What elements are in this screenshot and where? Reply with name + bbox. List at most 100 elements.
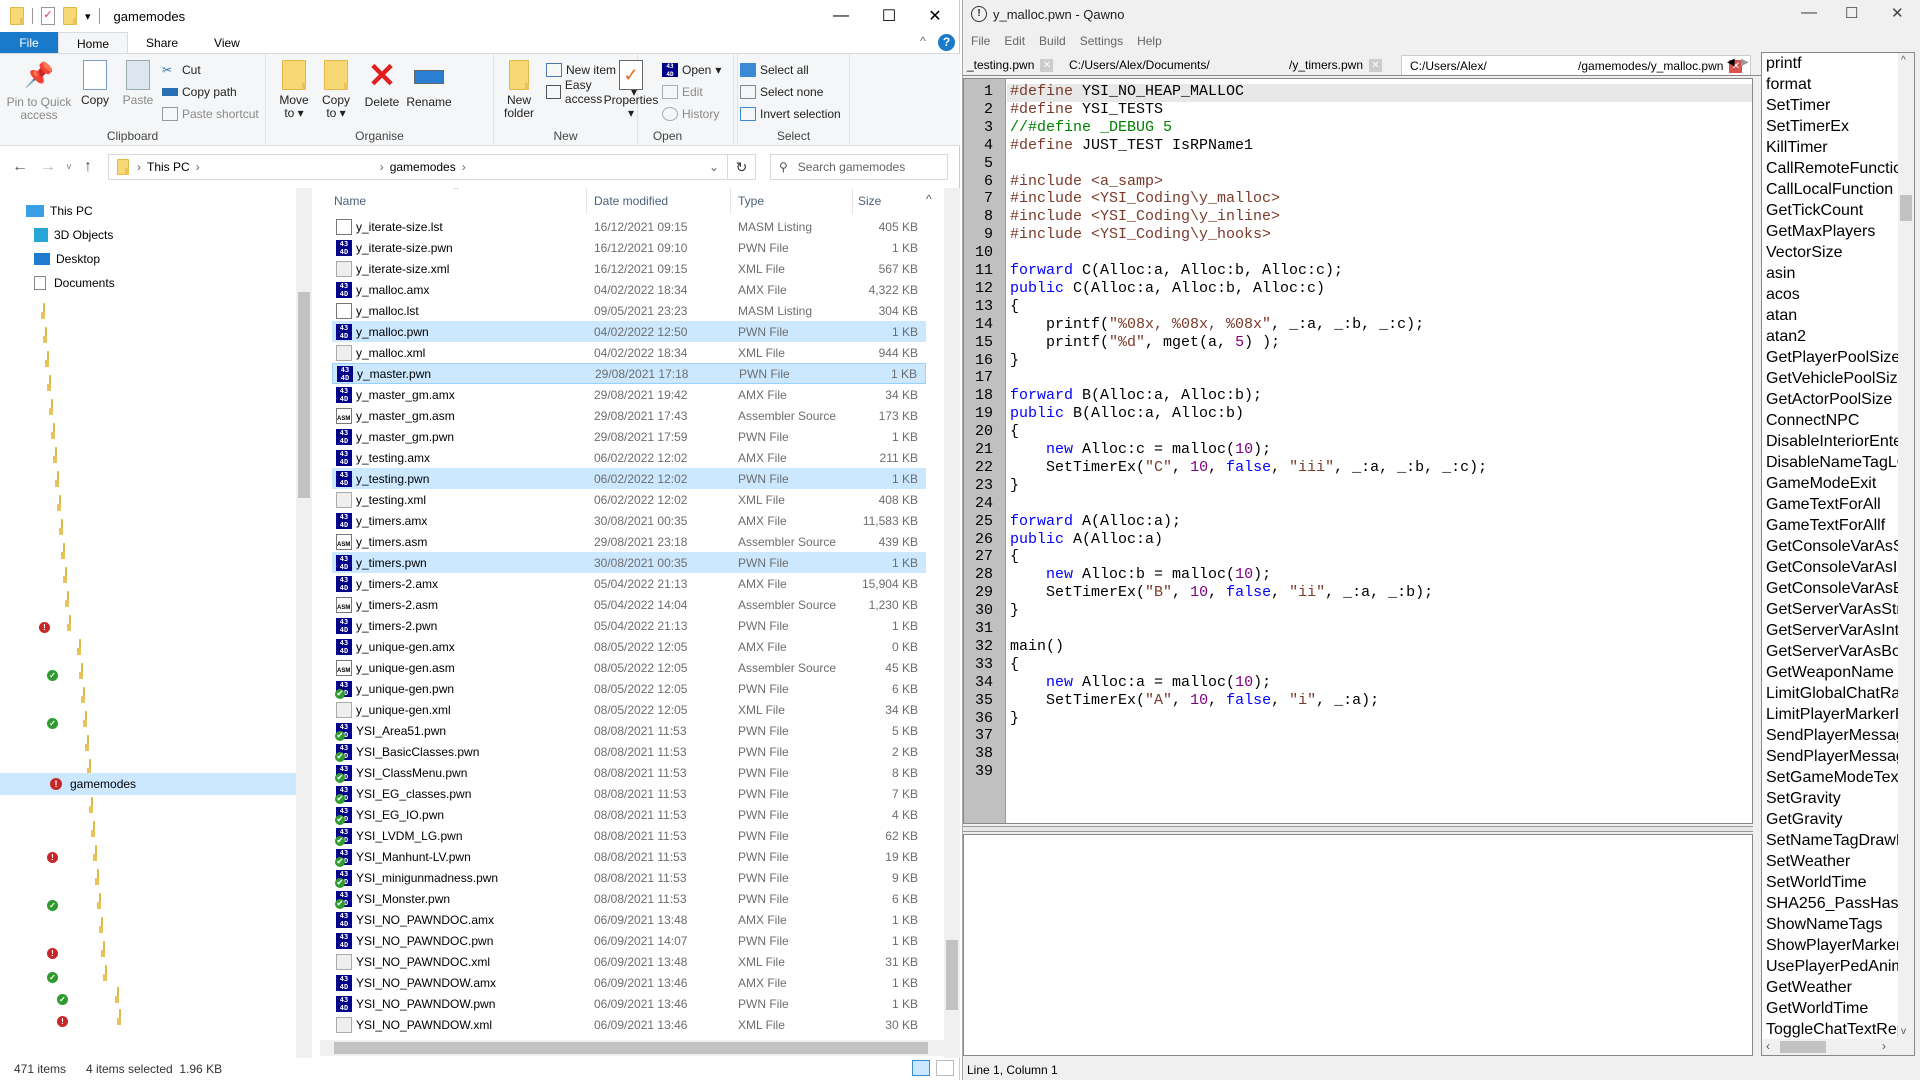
scroll-right-icon[interactable]: › xyxy=(1882,1039,1886,1053)
breadcrumb-gamemodes[interactable]: gamemodes xyxy=(390,160,456,174)
code-line[interactable]: public B(Alloc:a, Alloc:b) xyxy=(1010,405,1244,422)
folder-icon[interactable] xyxy=(83,687,85,703)
code-line[interactable]: forward C(Alloc:a, Alloc:b, Alloc:c); xyxy=(1010,262,1343,279)
file-row[interactable]: 434D y_unique-gen.pwn 08/05/2022 12:05 PWN … xyxy=(332,678,926,699)
nav-gamemodes[interactable]: ! gamemodes xyxy=(0,773,296,795)
function-item[interactable]: SetNameTagDrawDistance xyxy=(1766,832,1914,850)
up-arrow-icon[interactable]: ↑ xyxy=(84,158,92,176)
open-button[interactable]: 43 4D Open ▾ xyxy=(662,60,721,80)
file-row[interactable]: 434D YSI_Area51.pwn 08/08/2021 11:53 PWN Fi… xyxy=(332,720,926,741)
function-item[interactable]: format xyxy=(1766,76,1811,94)
function-item[interactable]: SetWorldTime xyxy=(1766,874,1866,892)
file-row[interactable]: 43 4D y_timers-2.amx 05/04/2022 21:13 AMX Fi… xyxy=(332,573,926,594)
file-row[interactable]: 43 4D YSI_NO_PAWNDOC.pwn 06/09/2021 14:07 PW… xyxy=(332,930,926,951)
help-icon[interactable]: ? xyxy=(938,34,955,51)
tab-testing[interactable]: _testing.pwn ✕ xyxy=(967,55,1054,75)
folder-icon[interactable] xyxy=(43,303,45,319)
code-line[interactable]: } xyxy=(1010,710,1019,727)
file-row[interactable]: 43 4D y_iterate-size.pwn 16/12/2021 09:10 PW… xyxy=(332,237,926,258)
code-line[interactable]: { xyxy=(1010,548,1019,565)
folder-icon[interactable] xyxy=(91,797,93,813)
recent-locations-icon[interactable]: ˅ xyxy=(66,162,72,173)
file-row[interactable]: 434D YSI_Manhunt-LV.pwn 08/08/2021 11:53 PW… xyxy=(332,846,926,867)
function-item[interactable]: CallRemoteFunction xyxy=(1766,160,1911,178)
function-item[interactable]: LimitPlayerMarkerRadius xyxy=(1766,706,1914,724)
file-row[interactable]: 43 4D y_timers.amx 30/08/2021 00:35 AMX File… xyxy=(332,510,926,531)
code-line[interactable]: } xyxy=(1010,602,1019,619)
customize-qat-icon[interactable]: ▾ xyxy=(85,10,91,23)
file-row[interactable]: 434D YSI_LVDM_LG.pwn 08/08/2021 11:53 PWN F… xyxy=(332,825,926,846)
file-row[interactable]: ASM y_master_gm.asm 29/08/2021 17:43 Assemb… xyxy=(332,405,926,426)
pin-to-quick-access-button[interactable]: 📌 Pin to Quick access xyxy=(4,60,74,122)
search-input[interactable]: ⚲ Search gamemodes xyxy=(770,154,948,180)
tab-y-timers[interactable]: /y_timers.pwn ✕ xyxy=(1289,55,1383,75)
file-row[interactable]: ASM y_timers-2.asm 05/04/2022 14:04 Assembl… xyxy=(332,594,926,615)
tab-documents-path[interactable]: C:/Users/Alex/Documents/ xyxy=(1069,55,1210,75)
edit-button[interactable]: Edit xyxy=(662,82,703,102)
file-row[interactable]: 43 4D y_malloc.amx 04/02/2022 18:34 AMX File… xyxy=(332,279,926,300)
file-row[interactable]: YSI_NO_PAWNDOW.xml 06/09/2021 13:46 XML Fi… xyxy=(332,1014,926,1035)
file-row[interactable]: 43 4D y_timers-2.pwn 05/04/2022 21:13 PWN Fi… xyxy=(332,615,926,636)
function-item[interactable]: GetWeather xyxy=(1766,979,1852,997)
tab-share[interactable]: Share xyxy=(128,32,196,53)
function-item[interactable]: SendPlayerMessageToAll xyxy=(1766,727,1914,745)
function-item[interactable]: acos xyxy=(1766,286,1800,304)
file-row[interactable]: 434D YSI_minigunmadness.pwn 08/08/2021 11:… xyxy=(332,867,926,888)
code-line[interactable]: { xyxy=(1010,298,1019,315)
function-item[interactable]: GetConsoleVarAsBool xyxy=(1766,580,1914,598)
copy-path-button[interactable]: Copy path xyxy=(162,82,237,102)
move-to-button[interactable]: Move to ▾ xyxy=(274,60,314,120)
select-none-button[interactable]: Select none xyxy=(740,82,823,102)
close-button[interactable]: ✕ xyxy=(1891,4,1904,22)
folder-icon[interactable] xyxy=(63,543,65,559)
folder-icon[interactable] xyxy=(53,423,55,439)
function-item[interactable]: DisableInteriorEnterExits xyxy=(1766,433,1914,451)
function-item[interactable]: DisableNameTagLOS xyxy=(1766,454,1914,472)
function-list-hscrollbar-thumb[interactable] xyxy=(1780,1041,1826,1053)
function-item[interactable]: GetConsoleVarAsInt xyxy=(1766,559,1911,577)
function-item[interactable]: ToggleChatTextReplacement xyxy=(1766,1021,1914,1039)
function-item[interactable]: GetServerVarAsInt xyxy=(1766,622,1899,640)
folder-icon[interactable] xyxy=(51,399,53,415)
code-line[interactable]: { xyxy=(1010,656,1019,673)
function-item[interactable]: UsePlayerPedAnims xyxy=(1766,958,1913,976)
folder-icon[interactable] xyxy=(105,965,107,981)
function-item[interactable]: ConnectNPC xyxy=(1766,412,1859,430)
minimize-button[interactable]: — xyxy=(818,0,864,32)
folder-icon[interactable] xyxy=(85,711,87,727)
nav-3d-objects[interactable]: 3D Objects xyxy=(34,224,113,246)
code-line[interactable]: SetTimerEx("A", 10, false, "i", _:a); xyxy=(1010,692,1379,709)
menu-edit[interactable]: Edit xyxy=(1004,34,1025,48)
file-row[interactable]: 43 4D YSI_NO_PAWNDOC.amx 06/09/2021 13:48 AM… xyxy=(332,909,926,930)
properties-button[interactable]: ✓ Properties ▾ xyxy=(602,60,660,120)
tab-y-malloc-active[interactable]: C:/Users/Alex/ /gamemodes/y_malloc.pwn ✕ xyxy=(1401,55,1752,75)
copy-to-button[interactable]: Copy to ▾ xyxy=(316,60,356,120)
function-item[interactable]: SHA256_PassHash xyxy=(1766,895,1907,913)
collapse-ribbon-icon[interactable]: ^ xyxy=(920,34,926,48)
tab-scroll-right-icon[interactable]: ▶ xyxy=(1741,57,1749,68)
menu-file[interactable]: File xyxy=(971,34,990,48)
select-all-button[interactable]: Select all xyxy=(740,60,809,80)
file-row[interactable]: 43 4D y_master_gm.amx 29/08/2021 19:42 AMX F… xyxy=(332,384,926,405)
function-item[interactable]: asin xyxy=(1766,265,1795,283)
file-row[interactable]: YSI_NO_PAWNDOC.xml 06/09/2021 13:48 XML Fi… xyxy=(332,951,926,972)
menu-build[interactable]: Build xyxy=(1039,34,1066,48)
code-line[interactable]: #include <YSI_Coding\y_hooks> xyxy=(1010,226,1271,243)
function-item[interactable]: VectorSize xyxy=(1766,244,1842,262)
function-item[interactable]: atan2 xyxy=(1766,328,1806,346)
code-line[interactable]: SetTimerEx("C", 10, false, "iii", _:a, _… xyxy=(1010,459,1487,476)
function-item[interactable]: GetVehiclePoolSize xyxy=(1766,370,1907,388)
code-line[interactable]: #include <YSI_Coding\y_inline> xyxy=(1010,208,1280,225)
code-line[interactable]: SetTimerEx("B", 10, false, "ii", _:a, _:… xyxy=(1010,584,1433,601)
code-line[interactable]: } xyxy=(1010,352,1019,369)
paste-shortcut-button[interactable]: Paste shortcut xyxy=(162,104,259,124)
function-item[interactable]: LimitGlobalChatRadius xyxy=(1766,685,1914,703)
folder-icon[interactable] xyxy=(103,941,105,957)
code-line[interactable]: new Alloc:a = malloc(10); xyxy=(1010,674,1271,691)
code-line[interactable]: public A(Alloc:a) xyxy=(1010,531,1163,548)
folder-icon[interactable] xyxy=(87,735,89,751)
new-folder-button[interactable]: New folder xyxy=(498,60,540,120)
folder-icon[interactable] xyxy=(81,663,83,679)
folder-icon[interactable] xyxy=(97,869,99,885)
function-item[interactable]: GameTextForAll xyxy=(1766,496,1881,514)
